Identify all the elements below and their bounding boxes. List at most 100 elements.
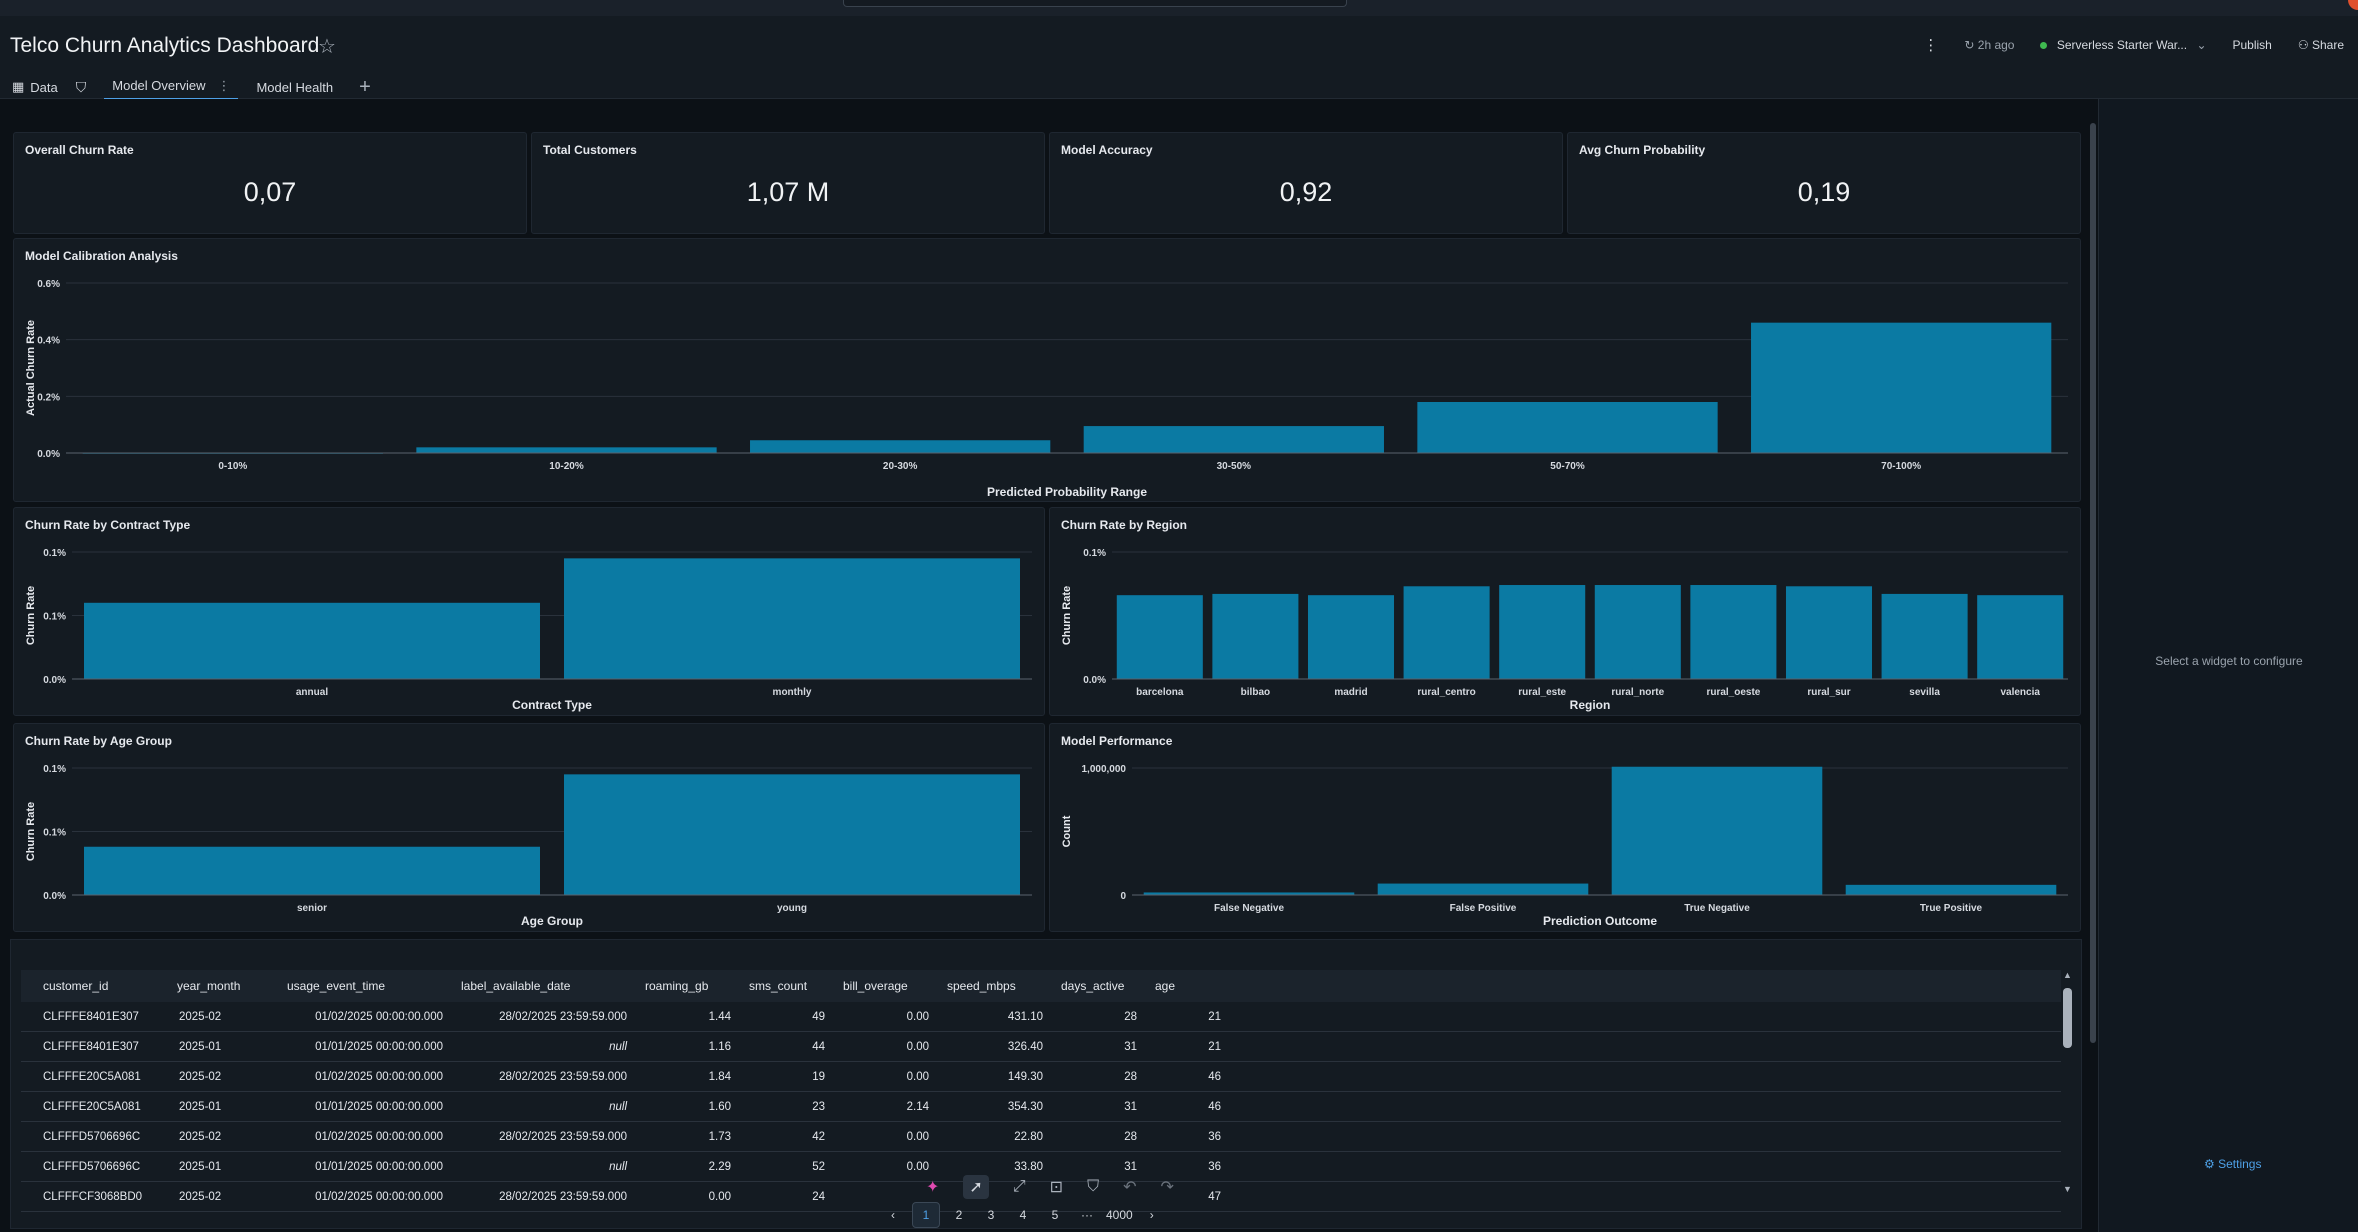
y-tick-label: 0 [1120, 891, 1126, 902]
add-tab-icon[interactable]: + [359, 76, 371, 99]
bar [1212, 593, 1299, 679]
more-options-icon[interactable]: ⋮ [1923, 36, 1938, 54]
bar [84, 846, 540, 895]
warehouse-selector[interactable]: Serverless Starter War... ⌄ [2040, 38, 2207, 52]
table-cell: 01/02/2025 00:00:00.000 [283, 1181, 457, 1212]
table-row[interactable]: CLFFFE20C5A081 2025-02 01/02/2025 00:00:00… [21, 1061, 2061, 1092]
table-cell: 36 [1151, 1121, 1235, 1152]
table-cell: 0.00 [839, 1031, 943, 1062]
kpi-total-customers[interactable]: Total Customers 1,07 M [531, 132, 1045, 234]
config-panel-message: Select a widget to configure [2155, 654, 2303, 668]
bar [1116, 595, 1203, 679]
table-row[interactable]: CLFFFE8401E307 2025-02 01/02/2025 00:00:00… [21, 1002, 2061, 1032]
table-cell: 0.00 [839, 1002, 943, 1032]
column-header-days_active[interactable]: days_active [1057, 970, 1151, 1002]
table-cell: 01/02/2025 00:00:00.000 [283, 1002, 457, 1032]
table-cell: 46 [1151, 1091, 1235, 1122]
column-header-roaming_gb[interactable]: roaming_gb [641, 970, 745, 1002]
column-header-sms_count[interactable]: sms_count [745, 970, 839, 1002]
column-header-usage_event_time[interactable]: usage_event_time [283, 970, 457, 1002]
table-cell: 46 [1151, 1061, 1235, 1092]
scroll-down-icon[interactable]: ▼ [2063, 1184, 2072, 1194]
table-cell: 2025-01 [173, 1091, 283, 1122]
y-tick-label: 0.6% [37, 279, 60, 290]
bar [1611, 766, 1823, 895]
chart-churn-by-region[interactable]: Churn Rate by Region 0.0% 0.1% barcelona bi… [1049, 507, 2081, 716]
settings-link[interactable]: ⚙ Settings [2204, 1157, 2261, 1171]
column-header-bill_overage[interactable]: bill_overage [839, 970, 943, 1002]
bar [1977, 595, 2064, 679]
bar [1403, 586, 1490, 679]
tab-model-overview[interactable]: Model Overview ⋮ [104, 74, 239, 101]
table-cell: 1.73 [641, 1121, 745, 1152]
column-header-age[interactable]: age [1151, 970, 1235, 1002]
kpi-value: 1,07 M [746, 177, 830, 207]
refresh-status[interactable]: ↻ 2h ago [1964, 38, 2014, 52]
star-icon[interactable]: ☆ [318, 34, 336, 59]
bar [564, 558, 1020, 679]
filter-icon[interactable]: ⛉ [76, 73, 87, 101]
chart-model-calibration[interactable]: Model Calibration Analysis 0.0% 0.2% 0.4% 0… [13, 238, 2081, 502]
add-text-icon[interactable]: ⊡ [1050, 1177, 1063, 1197]
chart-title: Churn Rate by Contract Type [25, 518, 191, 532]
table-row[interactable]: CLFFFD5706696C 2025-02 01/02/2025 00:00:00… [21, 1121, 2061, 1152]
table-row[interactable]: CLFFFE20C5A081 2025-01 01/01/2025 00:00:00… [21, 1091, 2061, 1122]
page-5[interactable]: 5 [1042, 1203, 1068, 1227]
y-tick-label: 0.0% [43, 675, 66, 686]
page-last[interactable]: 4000 [1106, 1203, 1133, 1227]
table-row[interactable]: CLFFFE8401E307 2025-01 01/01/2025 00:00:00… [21, 1031, 2061, 1062]
table-scrollbar-thumb[interactable] [2063, 988, 2072, 1048]
tab-data[interactable]: ▦ Data [12, 73, 58, 101]
x-tick-label: sevilla [1909, 687, 1940, 698]
chart-title: Churn Rate by Region [1061, 518, 1188, 532]
page-4[interactable]: 4 [1010, 1203, 1036, 1227]
sparkle-icon[interactable]: ✦ [926, 1177, 939, 1197]
kpi-title: Model Accuracy [1061, 143, 1153, 157]
add-filter-icon[interactable]: ⛉ [1087, 1178, 1099, 1196]
column-header-year_month[interactable]: year_month [173, 970, 283, 1002]
kebab-icon[interactable]: ⋮ [217, 78, 230, 94]
table-cell-filler [1235, 1002, 2061, 1032]
column-header-customer_id[interactable]: customer_id [21, 970, 173, 1002]
share-button[interactable]: ⚇ Share [2298, 38, 2344, 52]
publish-button[interactable]: Publish [2233, 38, 2272, 52]
kpi-value: 0,07 [243, 177, 297, 207]
chart-model-performance[interactable]: Model Performance 0 1,000,000 False Negati… [1049, 723, 2081, 932]
canvas-scrollbar[interactable] [2090, 123, 2096, 1043]
config-panel: Select a widget to configure ⚙ Settings [2098, 99, 2358, 1232]
kpi-overall-churn-rate[interactable]: Overall Churn Rate 0,07 [13, 132, 527, 234]
table-cell: 01/01/2025 00:00:00.000 [283, 1031, 457, 1062]
add-chart-icon[interactable]: ⤢ [1013, 1178, 1026, 1196]
column-header-label_available_date[interactable]: label_available_date [457, 970, 641, 1002]
select-pointer-icon[interactable]: ➚ [963, 1175, 989, 1199]
prev-page-icon[interactable]: ‹ [880, 1203, 906, 1227]
settings-label: Settings [2218, 1157, 2262, 1171]
bar [750, 440, 1051, 453]
table-cell: 0.00 [839, 1121, 943, 1152]
page-3[interactable]: 3 [978, 1203, 1004, 1227]
scroll-up-icon[interactable]: ▲ [2063, 970, 2072, 980]
bar [1690, 585, 1777, 679]
table-cell: 52 [745, 1151, 839, 1182]
page-2[interactable]: 2 [946, 1203, 972, 1227]
kpi-avg-churn-probability[interactable]: Avg Churn Probability 0,19 [1567, 132, 2081, 234]
tab-model-health[interactable]: Model Health [256, 73, 333, 101]
bar [1594, 585, 1681, 679]
kpi-model-accuracy[interactable]: Model Accuracy 0,92 [1049, 132, 1563, 234]
next-page-icon[interactable]: › [1139, 1203, 1165, 1227]
global-search-bar[interactable] [843, 0, 1347, 7]
table-cell: 28 [1057, 1121, 1151, 1152]
table-cell-filler [1235, 1121, 2061, 1152]
table-cell: 22.80 [943, 1121, 1057, 1152]
undo-icon[interactable]: ↶ [1123, 1177, 1136, 1197]
table-cell: 28 [1057, 1061, 1151, 1092]
chart-churn-by-contract[interactable]: Churn Rate by Contract Type 0.0% 0.1% 0.1%… [13, 507, 1045, 716]
table-cell: 01/01/2025 00:00:00.000 [283, 1091, 457, 1122]
column-header-speed_mbps[interactable]: speed_mbps [943, 970, 1057, 1002]
redo-icon[interactable]: ↷ [1161, 1177, 1174, 1197]
page-1[interactable]: 1 [912, 1202, 940, 1228]
table-cell: 431.10 [943, 1002, 1057, 1032]
chart-churn-by-age[interactable]: Churn Rate by Age Group 0.0% 0.1% 0.1% seni… [13, 723, 1045, 932]
y-axis-title: Actual Churn Rate [25, 320, 37, 416]
page-ellipsis[interactable]: ··· [1074, 1203, 1100, 1227]
